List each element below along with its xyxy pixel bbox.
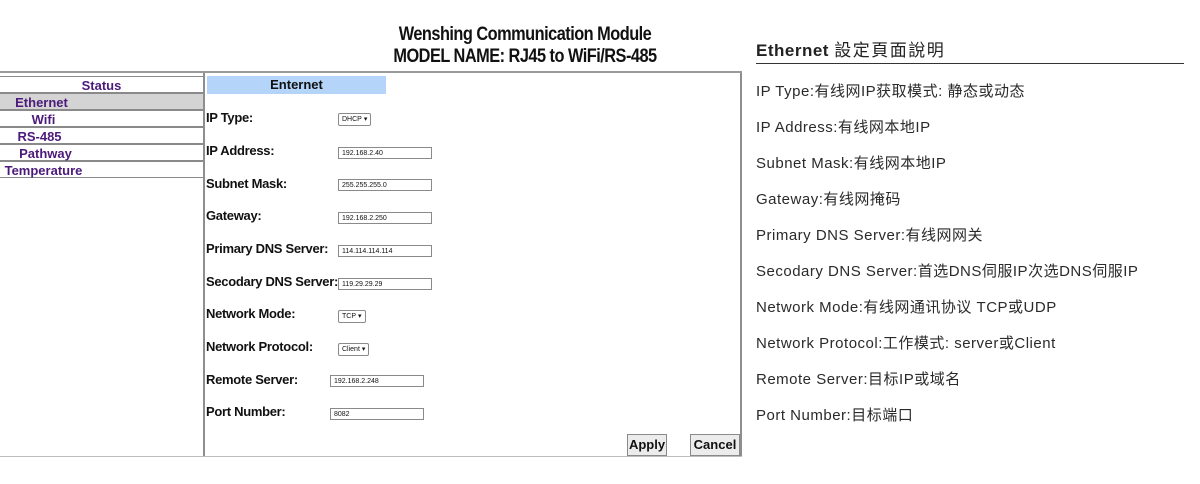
explanation-title: Ethernet 設定頁面說明 xyxy=(756,36,945,61)
subnet-mask-label: Subnet Mask: xyxy=(206,176,287,191)
sidebar-item-label: Temperature xyxy=(4,163,83,178)
explanation-item: Network Mode:有线网通讯协议 TCP或UDP xyxy=(756,299,1057,316)
sidebar-item-ethernet[interactable]: Ethernet xyxy=(0,93,203,110)
sidebar-item-status[interactable]: Status xyxy=(0,76,203,93)
explanation-item: Gateway:有线网掩码 xyxy=(756,191,901,208)
network-protocol-label: Network Protocol: xyxy=(206,339,313,354)
network-mode-label: Network Mode: xyxy=(206,306,296,321)
port-number-label: Port Number: xyxy=(206,404,286,419)
port-number-input[interactable]: 8082 xyxy=(330,408,424,420)
cancel-button[interactable]: Cancel xyxy=(690,434,740,456)
sidebar-item-label: Pathway xyxy=(19,146,72,161)
remote-server-label: Remote Server: xyxy=(206,372,298,387)
explanation-item: Subnet Mask:有线网本地IP xyxy=(756,155,947,172)
sidebar-nav: Status Ethernet Wifi RS-485 Pathway Temp… xyxy=(0,76,203,182)
sidebar-item-label: RS-485 xyxy=(17,129,62,144)
explanation-item: Network Protocol:工作模式: server或Client xyxy=(756,335,1056,352)
header-divider xyxy=(0,71,742,73)
sidebar-item-label: Status xyxy=(81,78,122,93)
chevron-down-icon: ▾ xyxy=(358,313,362,320)
content-right-border xyxy=(740,73,742,457)
explanation-item: Secodary DNS Server:首选DNS伺服IP次选DNS伺服IP xyxy=(756,263,1139,280)
secondary-dns-input[interactable]: 119.29.29.29 xyxy=(338,278,432,290)
sidebar-item-pathway[interactable]: Pathway xyxy=(0,144,203,161)
chevron-down-icon: ▾ xyxy=(363,116,368,123)
remote-server-input[interactable]: 192.168.2.248 xyxy=(330,375,424,387)
ip-address-input[interactable]: 192.168.2.40 xyxy=(338,147,432,159)
sidebar-item-label: Ethernet xyxy=(15,95,68,110)
explanation-item: Primary DNS Server:有线网网关 xyxy=(756,227,984,244)
network-mode-select[interactable]: TCP ▾ xyxy=(338,310,366,323)
subnet-mask-input[interactable]: 255.255.255.0 xyxy=(338,179,432,191)
explanation-item: IP Address:有线网本地IP xyxy=(756,119,931,136)
gateway-label: Gateway: xyxy=(206,208,262,223)
section-header: Enternet xyxy=(207,76,386,94)
sidebar-item-temperature[interactable]: Temperature xyxy=(0,161,203,178)
secondary-dns-label: Secodary DNS Server: xyxy=(206,274,339,289)
explanation-title-cn: 設定頁面說明 xyxy=(834,41,946,60)
page-header: Wenshing Communication Module MODEL NAME… xyxy=(340,24,710,68)
explanation-divider xyxy=(756,63,1184,64)
ip-type-select[interactable]: DHCP ▾ xyxy=(338,113,372,126)
primary-dns-label: Primary DNS Server: xyxy=(206,241,329,256)
gateway-input[interactable]: 192.168.2.250 xyxy=(338,212,432,224)
explanation-item: Remote Server:目标IP或域名 xyxy=(756,371,961,388)
chevron-down-icon: ▾ xyxy=(361,346,366,353)
sidebar-divider xyxy=(203,73,205,457)
explanation-item: IP Type:有线网IP获取模式: 静态或动态 xyxy=(756,83,1025,100)
primary-dns-input[interactable]: 114.114.114.114 xyxy=(338,245,432,257)
ip-type-label: IP Type: xyxy=(206,110,253,125)
explanation-title-en: Ethernet xyxy=(756,41,829,60)
network-protocol-select[interactable]: Client ▾ xyxy=(338,343,370,356)
explanation-item: Port Number:目标端口 xyxy=(756,407,914,424)
sidebar-item-wifi[interactable]: Wifi xyxy=(0,110,203,127)
apply-button[interactable]: Apply xyxy=(627,434,667,456)
page-title: Wenshing Communication Module xyxy=(398,24,652,45)
sidebar-item-rs485[interactable]: RS-485 xyxy=(0,127,203,144)
content-bottom-border xyxy=(0,456,742,457)
model-name: MODEL NAME: RJ45 to WiFi/RS-485 xyxy=(393,46,657,67)
ip-address-label: IP Address: xyxy=(206,143,275,158)
sidebar-item-label: Wifi xyxy=(31,112,56,127)
